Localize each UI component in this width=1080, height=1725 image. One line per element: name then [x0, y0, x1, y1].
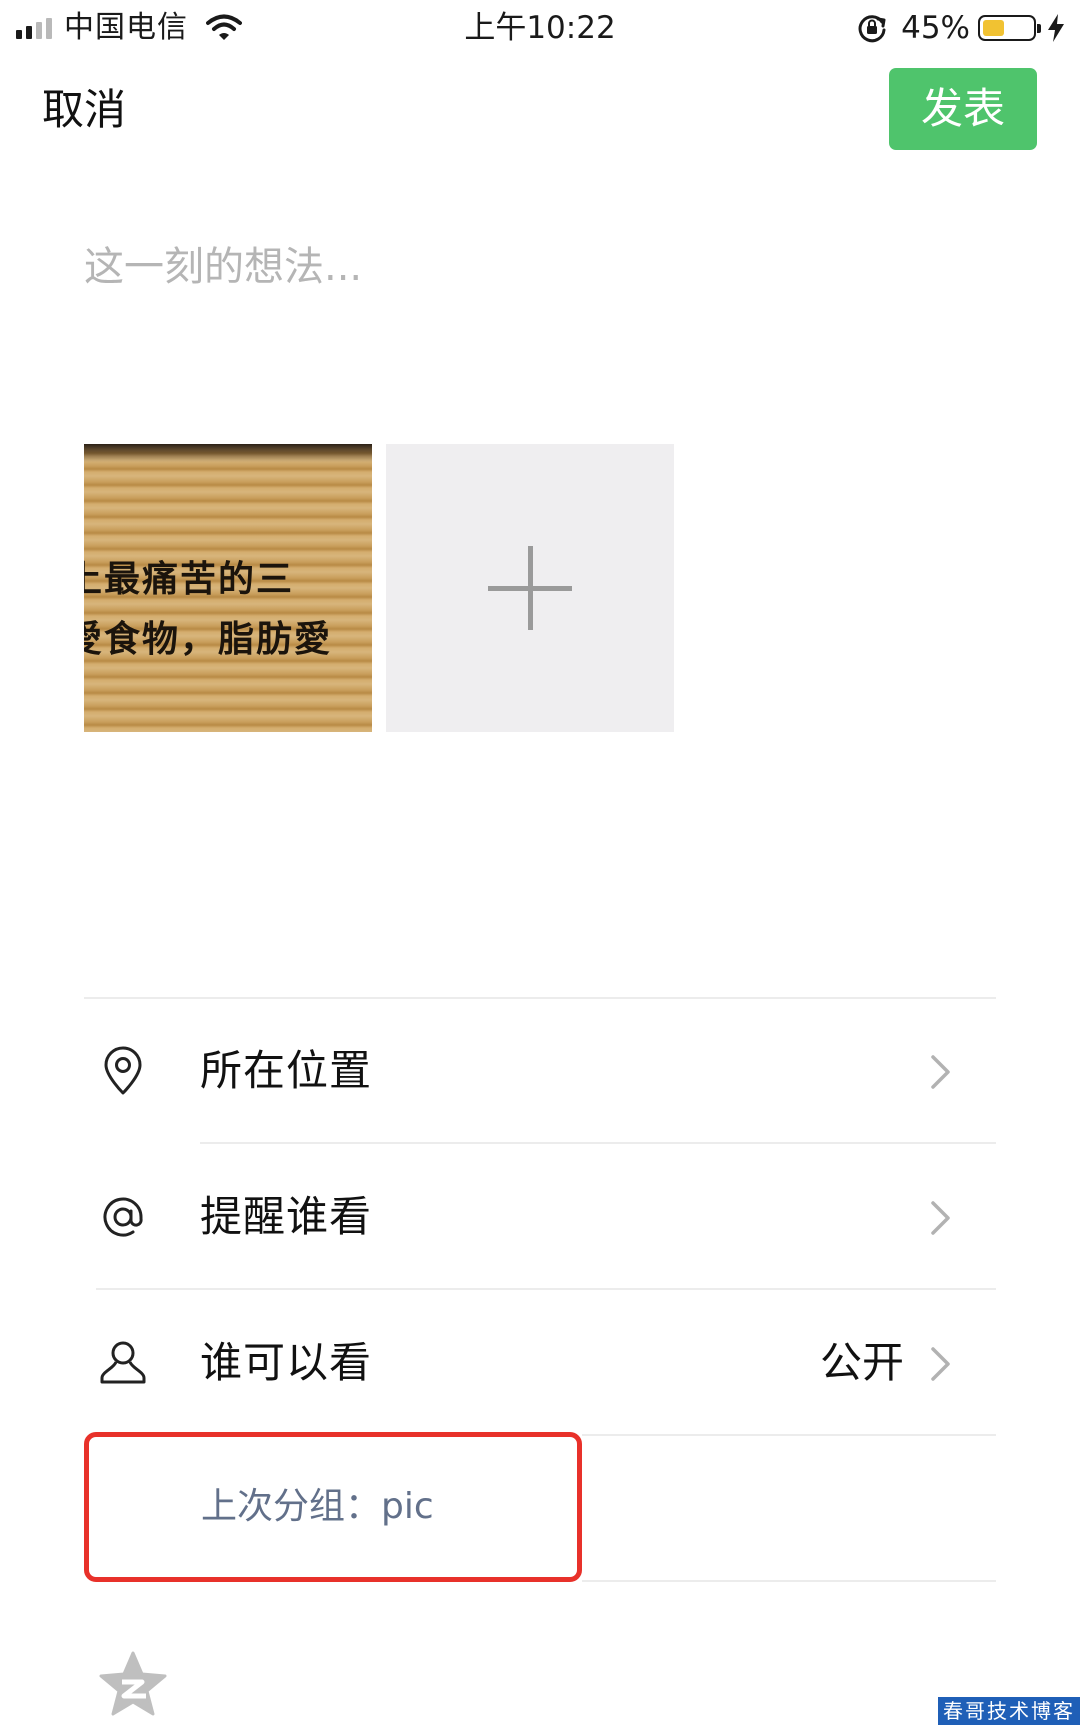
- battery-fill: [983, 20, 1004, 36]
- battery-percentage: 45%: [901, 10, 970, 46]
- watermark-label: 春哥技术博客: [938, 1697, 1080, 1725]
- add-photo-button[interactable]: [386, 444, 674, 732]
- status-bar-right: 45%: [857, 8, 1066, 48]
- qzone-star-icon[interactable]: [98, 1650, 168, 1718]
- mention-row[interactable]: 提醒谁看: [84, 1146, 996, 1286]
- moment-text-input[interactable]: [84, 232, 984, 302]
- at-sign-icon: [103, 1197, 143, 1237]
- visibility-label: 谁可以看: [200, 1338, 373, 1387]
- photo-text-line-2: 愛食物，脂肪愛: [84, 618, 333, 660]
- chevron-right-icon: [931, 1055, 950, 1089]
- chevron-right-icon: [931, 1347, 950, 1381]
- rotation-lock-icon: [858, 15, 886, 43]
- list-divider: [582, 1580, 996, 1582]
- cancel-button[interactable]: 取消: [42, 82, 126, 138]
- visibility-value: 公开: [819, 1338, 904, 1387]
- list-divider: [96, 1288, 996, 1290]
- location-label: 所在位置: [200, 1046, 373, 1095]
- visibility-row[interactable]: 谁可以看 公开: [84, 1292, 996, 1432]
- publish-button[interactable]: 发表: [889, 68, 1037, 150]
- battery-nub: [1037, 24, 1041, 33]
- charging-bolt-icon: [1048, 14, 1064, 42]
- last-group-highlight[interactable]: 上次分组：pic: [84, 1432, 582, 1582]
- list-divider: [200, 1142, 996, 1144]
- list-top-divider: [84, 997, 996, 999]
- list-divider: [582, 1434, 996, 1436]
- location-pin-icon: [104, 1046, 142, 1095]
- last-group-text: 上次分组：pic: [201, 1486, 434, 1527]
- photo-text-line-1: 上最痛苦的三: [84, 558, 295, 600]
- mention-label: 提醒谁看: [200, 1192, 373, 1241]
- battery-icon: [978, 15, 1041, 41]
- person-icon: [100, 1341, 146, 1384]
- plus-icon: [488, 546, 572, 630]
- selected-photo-thumbnail[interactable]: 上最痛苦的三 愛食物，脂肪愛: [84, 444, 372, 732]
- location-row[interactable]: 所在位置: [84, 1000, 996, 1140]
- status-bar: 中国电信 上午10:22 45%: [0, 0, 1080, 56]
- chevron-right-icon: [931, 1201, 950, 1235]
- moments-compose-screen: 中国电信 上午10:22 45% 取消 发表 这一刻的想法... 上最痛苦的三 …: [0, 0, 1080, 1725]
